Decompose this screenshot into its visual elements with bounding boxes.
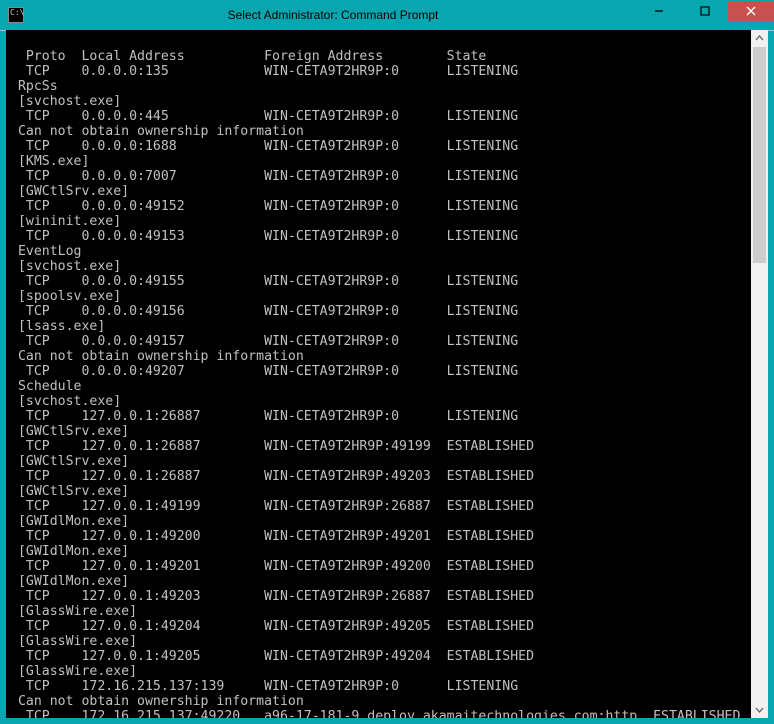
scroll-down-button[interactable] (751, 701, 768, 718)
titlebar[interactable]: C:\ Select Administrator: Command Prompt (0, 0, 774, 31)
minimize-button[interactable] (636, 1, 682, 21)
chevron-up-icon (755, 34, 764, 43)
window-controls (636, 1, 774, 21)
window-title: Select Administrator: Command Prompt (30, 8, 636, 22)
maximize-icon (700, 6, 710, 16)
maximize-button[interactable] (682, 1, 728, 21)
terminal-viewport[interactable]: Proto Local Address Foreign Address Stat… (6, 30, 751, 718)
vertical-scrollbar[interactable] (751, 30, 768, 718)
scroll-up-button[interactable] (751, 30, 768, 47)
cmd-icon: C:\ (8, 7, 24, 23)
terminal-output: Proto Local Address Foreign Address Stat… (6, 30, 751, 718)
scrollbar-track[interactable] (751, 47, 768, 701)
command-prompt-window: C:\ Select Administrator: Command Prompt… (0, 0, 774, 724)
chevron-down-icon (755, 705, 764, 714)
client-area: Proto Local Address Foreign Address Stat… (6, 30, 768, 718)
close-button[interactable] (728, 1, 774, 21)
minimize-icon (654, 6, 664, 16)
scrollbar-thumb[interactable] (753, 47, 766, 263)
close-icon (746, 6, 756, 16)
